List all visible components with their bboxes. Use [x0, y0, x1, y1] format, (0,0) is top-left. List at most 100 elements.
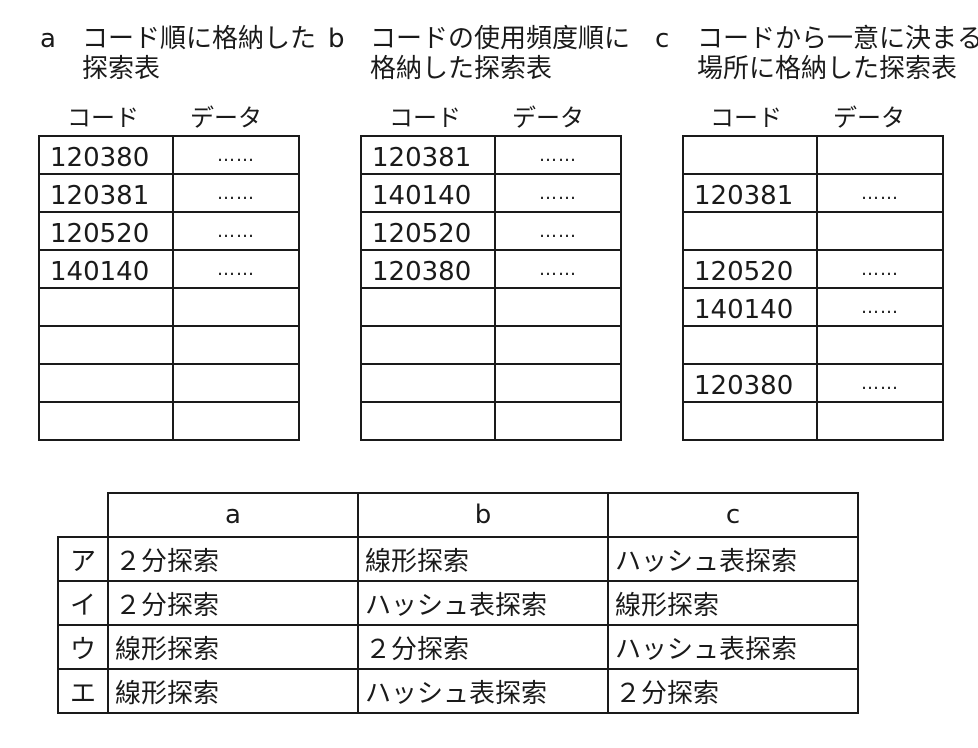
data-cell: …… — [494, 211, 622, 251]
caption-b: b コードの使用頻度順に 格納した探索表 — [328, 24, 630, 86]
table-row: 140140…… — [38, 249, 300, 289]
data-cell — [494, 325, 622, 365]
table-a-code-header: コード — [67, 104, 139, 132]
data-cell: …… — [816, 287, 944, 327]
code-cell: 120380 — [682, 363, 818, 403]
choice-label: ウ — [57, 624, 109, 670]
table-row — [38, 287, 300, 327]
table-row: 120520…… — [360, 211, 622, 251]
table-row — [682, 325, 944, 365]
code-cell — [38, 287, 174, 327]
table-b-data-header: データ — [512, 104, 584, 132]
answer-cell: 線形探索 — [107, 624, 359, 670]
answer-cell: ２分探索 — [357, 624, 609, 670]
choice-label: ア — [57, 536, 109, 582]
table-c-code-header: コード — [710, 104, 782, 132]
caption-b-text: コードの使用頻度順に 格納した探索表 — [370, 24, 630, 84]
table-row — [360, 325, 622, 365]
table-row: 140140…… — [360, 173, 622, 213]
data-cell — [816, 325, 944, 365]
lookup-table-b: 120381…… 140140…… 120520…… 120380…… — [360, 135, 622, 441]
caption-c: c コードから一意に決まる 場所に格納した探索表 — [655, 24, 978, 86]
table-row: 120380…… — [360, 249, 622, 289]
table-row: 120381…… — [38, 173, 300, 213]
data-cell: …… — [816, 173, 944, 213]
caption-c-line2: 場所に格納した探索表 — [697, 54, 958, 84]
code-cell — [38, 401, 174, 441]
code-cell — [682, 401, 818, 441]
code-cell: 120520 — [682, 249, 818, 289]
data-cell — [494, 363, 622, 403]
answer-row: ア ２分探索 線形探索 ハッシュ表探索 — [57, 536, 859, 582]
data-cell: …… — [172, 211, 300, 251]
table-row — [360, 287, 622, 327]
data-cell — [816, 135, 944, 175]
header-a: a — [107, 492, 359, 538]
table-row — [682, 401, 944, 441]
table-b-code-header: コード — [389, 104, 461, 132]
data-cell — [172, 325, 300, 365]
answer-row: イ ２分探索 ハッシュ表探索 線形探索 — [57, 580, 859, 626]
answer-row: エ 線形探索 ハッシュ表探索 ２分探索 — [57, 668, 859, 714]
table-row: 120381…… — [682, 173, 944, 213]
data-cell — [494, 401, 622, 441]
caption-a-text: コード順に格納した 探索表 — [82, 24, 316, 84]
answer-cell: ハッシュ表探索 — [607, 536, 859, 582]
table-a-data-header: データ — [190, 104, 262, 132]
code-cell — [360, 325, 496, 365]
corner-cell — [58, 493, 109, 538]
data-cell — [172, 287, 300, 327]
choice-label: エ — [57, 668, 109, 714]
caption-c-line1: コードから一意に決まる — [697, 24, 978, 54]
caption-a-letter: a — [40, 24, 56, 54]
caption-b-letter: b — [328, 24, 345, 54]
code-cell: 120381 — [682, 173, 818, 213]
data-cell: …… — [494, 173, 622, 213]
table-row — [360, 363, 622, 403]
table-row: 120380…… — [682, 363, 944, 403]
answer-cell: ２分探索 — [107, 536, 359, 582]
table-row: 120520…… — [38, 211, 300, 251]
table-row — [38, 401, 300, 441]
code-cell — [682, 211, 818, 251]
code-cell — [38, 363, 174, 403]
answer-cell: 線形探索 — [357, 536, 609, 582]
data-cell — [494, 287, 622, 327]
data-cell: …… — [816, 363, 944, 403]
code-cell: 140140 — [38, 249, 174, 289]
answer-cell: ２分探索 — [607, 668, 859, 714]
code-cell: 140140 — [682, 287, 818, 327]
data-cell — [816, 401, 944, 441]
data-cell: …… — [172, 249, 300, 289]
table-row: 120380…… — [38, 135, 300, 175]
code-cell: 120380 — [360, 249, 496, 289]
data-cell: …… — [172, 173, 300, 213]
code-cell: 140140 — [360, 173, 496, 213]
answer-row: ウ 線形探索 ２分探索 ハッシュ表探索 — [57, 624, 859, 670]
answer-cell: ハッシュ表探索 — [607, 624, 859, 670]
answer-cell: ２分探索 — [107, 580, 359, 626]
answer-header-row: a b c — [58, 492, 859, 538]
table-row — [682, 135, 944, 175]
answer-cell: 線形探索 — [607, 580, 859, 626]
table-row — [682, 211, 944, 251]
data-cell — [172, 363, 300, 403]
table-row: 120520…… — [682, 249, 944, 289]
caption-a-line2: 探索表 — [82, 54, 161, 84]
data-cell — [816, 211, 944, 251]
code-cell — [360, 287, 496, 327]
answer-cell: ハッシュ表探索 — [357, 580, 609, 626]
lookup-table-a: 120380…… 120381…… 120520…… 140140…… — [38, 135, 300, 441]
answer-cell: 線形探索 — [107, 668, 359, 714]
code-cell: 120381 — [360, 135, 496, 175]
data-cell — [172, 401, 300, 441]
table-row — [38, 325, 300, 365]
choice-label: イ — [57, 580, 109, 626]
caption-c-letter: c — [655, 24, 670, 54]
header-b: b — [357, 492, 609, 538]
lookup-table-c: 120381…… 120520…… 140140…… 120380…… — [682, 135, 944, 441]
code-cell — [360, 401, 496, 441]
code-cell: 120520 — [360, 211, 496, 251]
table-row: 140140…… — [682, 287, 944, 327]
code-cell: 120380 — [38, 135, 174, 175]
